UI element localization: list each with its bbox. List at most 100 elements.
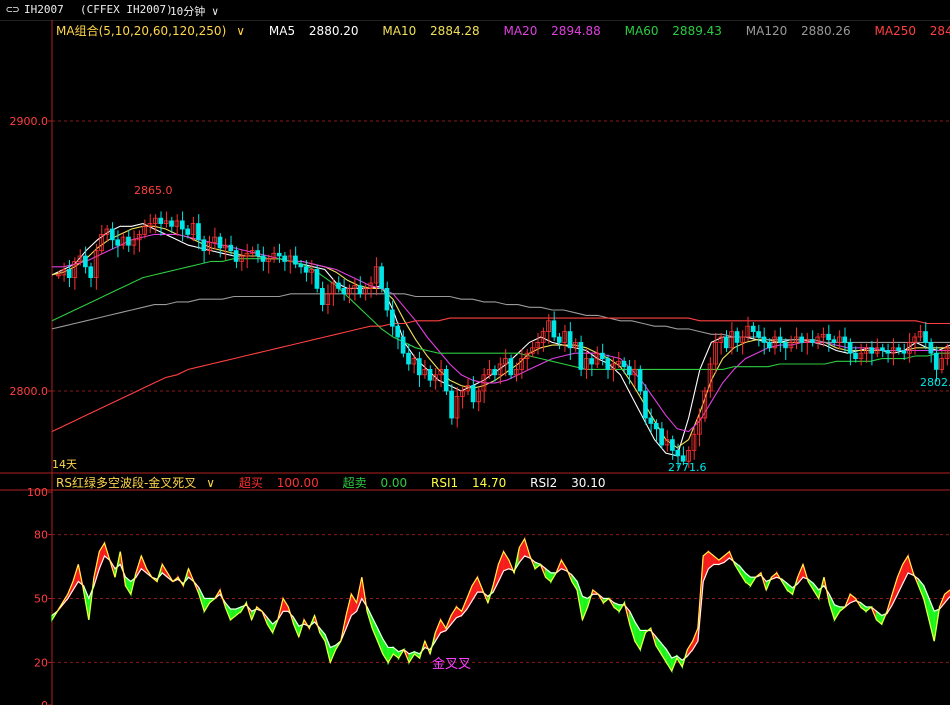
rsi-tick-label: 50 <box>34 593 48 606</box>
candle-down <box>384 287 390 311</box>
candle-down <box>443 368 449 392</box>
candle-down <box>847 341 853 354</box>
candle-down <box>298 263 304 268</box>
candle-down <box>756 331 761 338</box>
candle-down <box>648 417 654 424</box>
candle-down <box>723 336 729 349</box>
candle-down <box>201 239 207 252</box>
candle-down <box>400 336 406 354</box>
candle-down <box>158 217 164 224</box>
candle-down <box>896 347 901 351</box>
last-price-label: 2802. <box>920 376 950 389</box>
candle-down <box>179 220 185 230</box>
candle-down <box>831 339 837 343</box>
candle-down <box>126 236 131 246</box>
candle-down <box>217 236 223 249</box>
candle-down <box>842 336 848 343</box>
candle-down <box>508 358 514 376</box>
candle-down <box>880 347 885 351</box>
candle-down <box>276 252 282 257</box>
candle-down <box>653 422 659 430</box>
candle-down <box>293 255 298 265</box>
candle-down <box>233 250 239 262</box>
candle-down <box>341 287 347 295</box>
candle-down <box>783 341 788 349</box>
candle-down <box>228 244 234 251</box>
candle-down <box>88 266 94 278</box>
rsi-panel <box>51 536 950 674</box>
high-label: 2865.0 <box>134 184 173 197</box>
golden-cross-label: 金叉叉 <box>432 656 471 672</box>
rsi-tick-label: 80 <box>34 529 48 542</box>
candle-down <box>449 390 454 419</box>
candle-down <box>643 390 648 419</box>
rsi-tick-label: 20 <box>34 656 48 669</box>
candle-down <box>605 358 611 370</box>
candle-down <box>303 266 309 273</box>
candle-down <box>766 341 772 349</box>
candle-down <box>567 331 573 349</box>
ma20-line <box>52 233 950 433</box>
price-tick-label: 2900.0 <box>10 115 49 128</box>
rsi-tick-label: 100 <box>27 486 48 499</box>
candle-down <box>901 350 907 354</box>
days-label: 14天 <box>52 458 77 471</box>
candle-down <box>357 285 363 295</box>
candle-down <box>66 269 72 279</box>
candle-down <box>799 336 804 343</box>
candle-down <box>470 385 476 403</box>
candle-down <box>869 347 875 354</box>
candle-down <box>255 250 261 257</box>
candle-down <box>637 368 643 392</box>
grid: 2900.0 2800.0 100 80 50 20 0 <box>0 20 950 705</box>
candle-down <box>923 331 928 343</box>
candle-down <box>109 228 115 241</box>
rsi-band <box>502 548 510 572</box>
rsi-band <box>702 550 710 582</box>
candle-down <box>928 341 934 354</box>
candle-down <box>492 368 498 376</box>
candle-down <box>556 336 562 343</box>
candle-down <box>885 350 891 354</box>
ma60-line <box>51 258 950 370</box>
candle-down <box>670 439 675 451</box>
candle-down <box>185 228 191 235</box>
candle-down <box>379 266 384 289</box>
ma10-line <box>51 225 950 449</box>
candle-down <box>336 282 341 289</box>
candle-down <box>83 255 88 268</box>
candle-down <box>115 239 121 246</box>
candle-down <box>578 341 584 370</box>
price-panel <box>51 211 950 468</box>
candle-down <box>761 336 767 343</box>
candle-down <box>390 309 395 327</box>
candle-down <box>406 352 411 365</box>
candle-down <box>282 255 287 262</box>
candle-down <box>675 449 681 457</box>
candle-down <box>810 339 815 343</box>
candle-down <box>169 220 174 227</box>
candle-down <box>589 358 594 365</box>
candle-down <box>626 366 632 376</box>
rsi-band <box>376 627 384 655</box>
price-tick-label: 2800.0 <box>10 385 49 398</box>
candle-down <box>933 352 939 370</box>
chart-canvas[interactable]: 2900.0 2800.0 100 80 50 20 0 14天 2865.0 2771.6… <box>0 0 950 705</box>
candle-down <box>416 358 422 376</box>
rsi-tick-label: 0 <box>41 699 48 705</box>
candle-down <box>621 360 627 368</box>
candle-down <box>551 320 557 338</box>
candle-down <box>750 325 756 333</box>
candle-down <box>777 336 783 343</box>
candle-down <box>600 352 605 360</box>
candle-down <box>427 368 433 381</box>
rsi-band <box>665 646 673 674</box>
rsi1-line <box>51 537 950 673</box>
candle-down <box>853 352 858 360</box>
candle-down <box>314 269 320 289</box>
candle-down <box>196 223 201 241</box>
candle-down <box>395 325 401 338</box>
candle-down <box>734 331 740 343</box>
candle-down <box>659 428 664 446</box>
candle-down <box>826 333 831 341</box>
